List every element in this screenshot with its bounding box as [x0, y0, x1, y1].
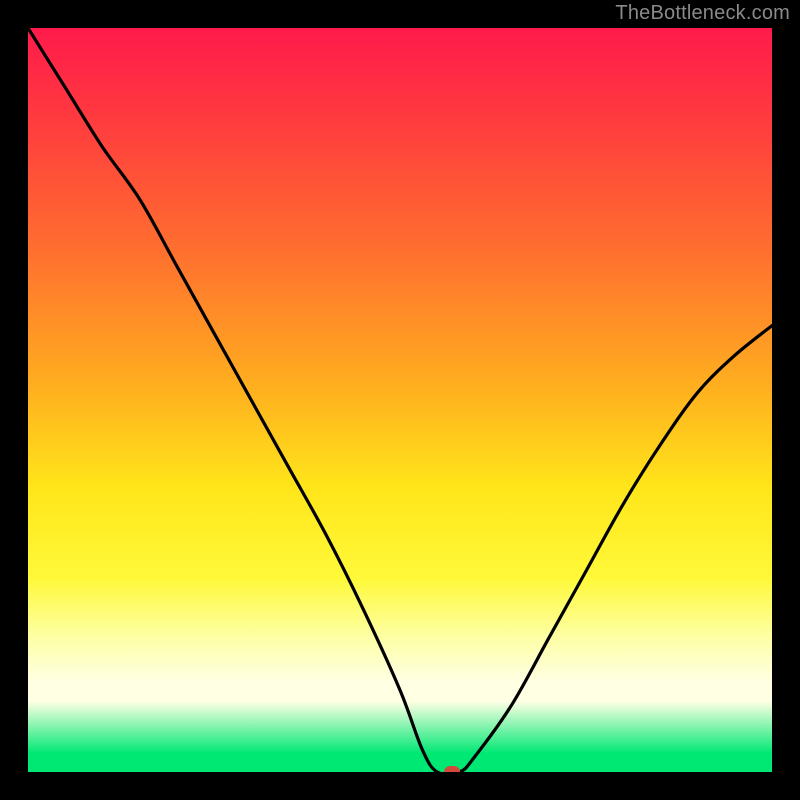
gradient-background — [28, 28, 772, 772]
bottleneck-chart — [28, 28, 772, 772]
chart-frame: TheBottleneck.com — [0, 0, 800, 800]
plot-area — [28, 28, 772, 772]
watermark-text: TheBottleneck.com — [615, 2, 790, 25]
